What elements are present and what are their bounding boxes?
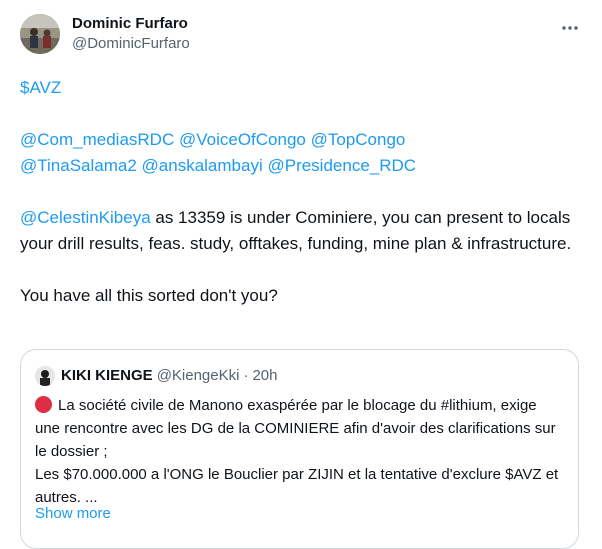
tweet-text: $AVZ @Com_mediasRDC @VoiceOfCongo @TopCo… <box>20 75 585 309</box>
author-handle[interactable]: @DominicFurfaro <box>72 34 190 54</box>
quote-time[interactable]: 20h <box>252 366 277 386</box>
quote-avatar[interactable] <box>35 366 55 386</box>
quote-text: La société civile de Manono exaspérée pa… <box>35 394 565 509</box>
quote-separator: · <box>243 367 249 384</box>
tweet: Dominic Furfaro @DominicFurfaro $AVZ @Co… <box>0 0 602 549</box>
quote-display-name[interactable]: KIKI KIENGE <box>61 366 153 386</box>
mention-link[interactable]: @TopCongo <box>311 130 406 149</box>
avatar-image <box>20 14 60 54</box>
mention-link[interactable]: @CelestinKibeya <box>20 208 151 227</box>
author-avatar[interactable] <box>20 14 60 54</box>
mention-link[interactable]: @TinaSalama2 <box>20 156 137 175</box>
more-horizontal-icon <box>562 26 578 30</box>
cashtag-link[interactable]: $AVZ <box>20 78 61 97</box>
tweet-closing: You have all this sorted don't you? <box>20 286 278 305</box>
author-display-name[interactable]: Dominic Furfaro <box>72 14 190 34</box>
author-names: Dominic Furfaro @DominicFurfaro <box>72 14 190 54</box>
quote-avatar-image <box>35 366 55 386</box>
tweet-header: Dominic Furfaro @DominicFurfaro <box>20 14 190 62</box>
mention-link[interactable]: @anskalambayi <box>142 156 263 175</box>
show-more-link[interactable]: Show more <box>35 504 111 524</box>
quote-line-1: La société civile de Manono exaspérée pa… <box>35 397 556 460</box>
quote-handle[interactable]: @KiengeKki <box>157 366 240 386</box>
mention-link[interactable]: @Presidence_RDC <box>267 156 416 175</box>
quoted-tweet[interactable]: KIKI KIENGE @KiengeKki · 20h La société … <box>20 349 579 549</box>
more-options-button[interactable] <box>558 16 582 40</box>
red-circle-icon <box>35 396 52 413</box>
quote-line-2: Les $70.000.000 a l'ONG le Bouclier par … <box>35 466 559 506</box>
mention-link[interactable]: @Com_mediasRDC <box>20 130 174 149</box>
mention-link[interactable]: @VoiceOfCongo <box>179 130 306 149</box>
quote-header: KIKI KIENGE @KiengeKki · 20h <box>35 366 278 386</box>
